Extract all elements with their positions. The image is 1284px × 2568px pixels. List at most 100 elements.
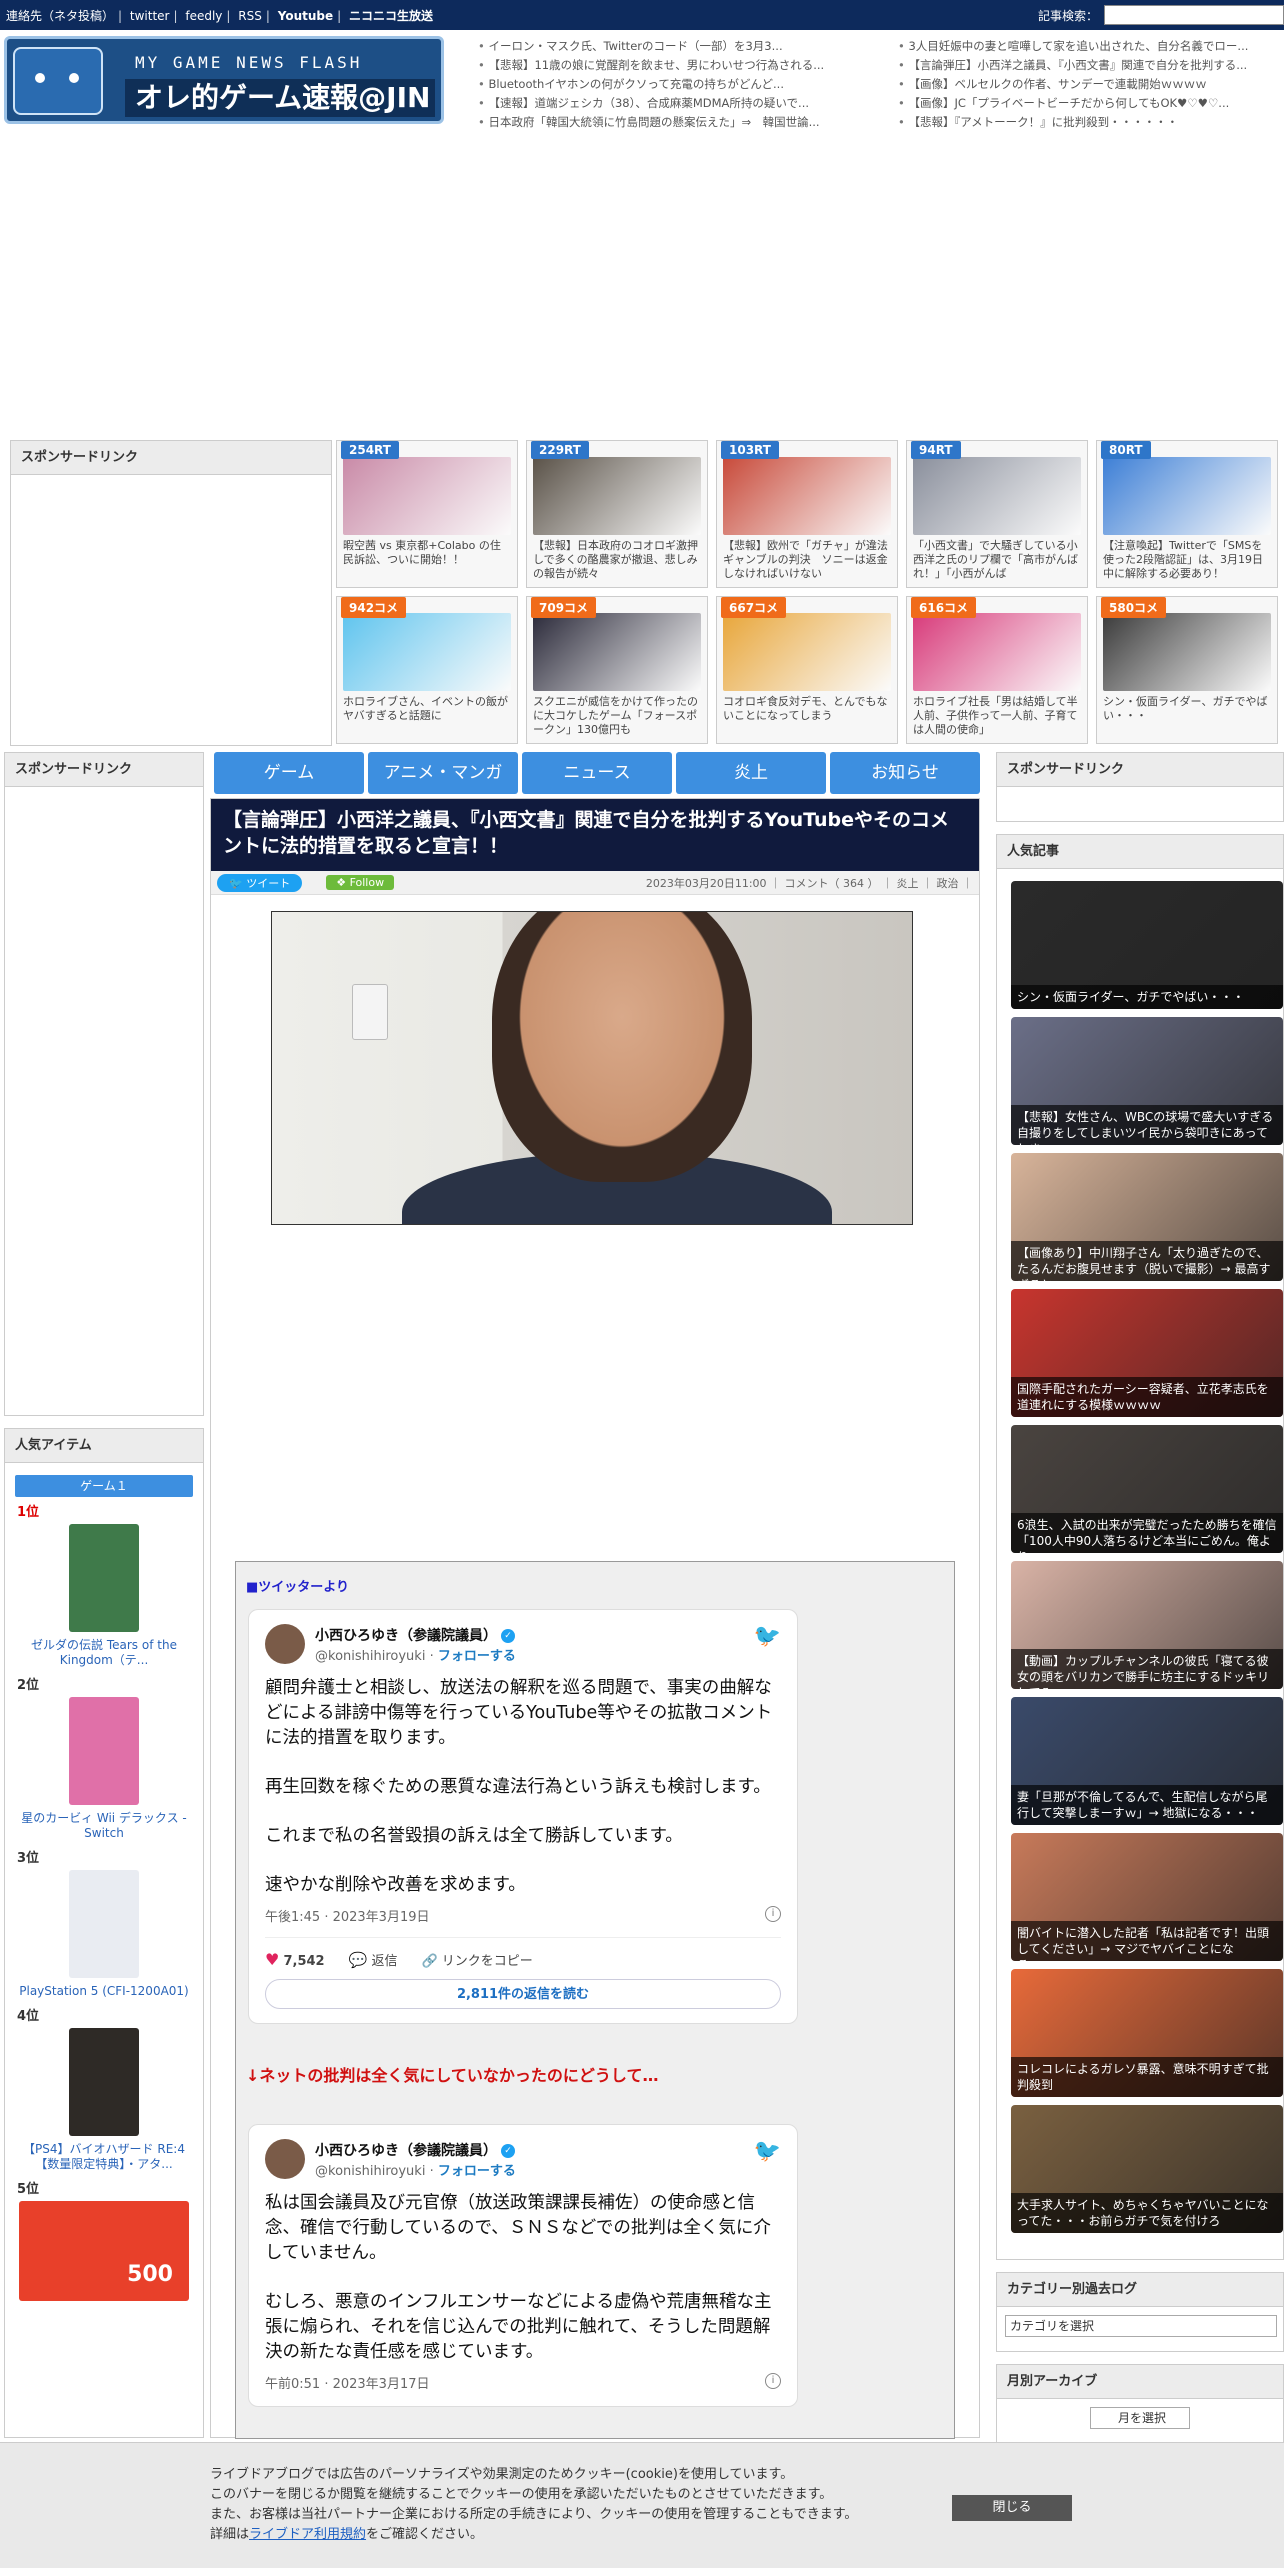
rank-thumbnail[interactable] bbox=[343, 613, 511, 691]
popular-article[interactable]: シン・仮面ライダー、ガチでやばい・・・ bbox=[1011, 881, 1283, 1009]
item-link[interactable]: 【PS4】バイオハザード RE:4 【数量限定特典】・アタ... bbox=[17, 2028, 191, 2172]
tweet-author-name[interactable]: 小西ひろゆき（参議院議員） ✓ bbox=[315, 2140, 516, 2160]
category-select[interactable]: カテゴリを選択 bbox=[1005, 2315, 1277, 2337]
popular-article[interactable]: 闇バイトに潜入した記者「私は記者です！出頭してください」→ マジでヤバイことにな… bbox=[1011, 1833, 1283, 1961]
headline-link[interactable]: 【言論弾圧】小西洋之議員、『小西文書』関連で自分を批判する... bbox=[898, 57, 1284, 73]
nav-game[interactable]: ゲーム bbox=[214, 752, 364, 794]
headline-link[interactable]: 【悲報】『アメトーーク！』に批判殺到・・・・・・ bbox=[898, 114, 1284, 130]
popular-article[interactable]: 妻「旦那が不倫してるんで、生配信しながら尾行して突撃しまーすｗ」→ 地獄になる・… bbox=[1011, 1697, 1283, 1825]
rank-card[interactable]: 616コメ ホロライブ社長「男は結婚して半人前、子供作って一人前、子育ては人間の使… bbox=[906, 596, 1088, 744]
rank-title[interactable]: 暇空茜 vs 東京都+Colabo の住民訴訟、ついに開始！！ bbox=[343, 539, 511, 581]
popular-article[interactable]: 【画像あり】中川翔子さん「太り過ぎたので、たるんだお腹見せます（脱いで撮影）→ … bbox=[1011, 1153, 1283, 1281]
popular-article-title[interactable]: 大手求人サイト、めちゃくちゃヤバいことになってた・・・お前らガチで気を付けろ bbox=[1011, 2193, 1283, 2233]
month-select[interactable]: 月を選択 bbox=[1090, 2407, 1190, 2429]
link-rss[interactable]: RSS bbox=[238, 9, 262, 23]
rank-title[interactable]: 【悲報】欧州で「ガチャ」が違法ギャンブルの判決 ソニーは返金しなければいけない bbox=[723, 539, 891, 581]
nav-anime-manga[interactable]: アニメ・マンガ bbox=[368, 752, 518, 794]
popular-article[interactable]: 【動画】カップルチャンネルの彼氏「寝てる彼女の頭をバリカンで勝手に坊主にするドッ… bbox=[1011, 1561, 1283, 1689]
item-link[interactable]: PlayStation 5 (CFI-1200A01) bbox=[17, 1870, 191, 1999]
item-name[interactable]: ゼルダの伝説 Tears of the Kingdom（テ... bbox=[17, 1638, 191, 1668]
link-twitter[interactable]: twitter bbox=[130, 9, 170, 23]
link-niconico[interactable]: ニコニコ生放送 bbox=[349, 9, 433, 23]
popular-article[interactable]: 6浪生、入試の出来が完璧だったため勝ちを確信「100人中90人落ちるけど本当にご… bbox=[1011, 1425, 1283, 1553]
info-icon[interactable]: i bbox=[765, 2373, 781, 2389]
rank-thumbnail[interactable] bbox=[723, 613, 891, 691]
popular-article-title[interactable]: 【画像あり】中川翔子さん「太り過ぎたので、たるんだお腹見せます（脱いで撮影）→ … bbox=[1011, 1241, 1283, 1281]
popular-article-title[interactable]: 闇バイトに潜入した記者「私は記者です！出頭してください」→ マジでヤバイことにな… bbox=[1011, 1921, 1283, 1961]
popular-article[interactable]: 国際手配されたガーシー容疑者、立花孝志氏を道連れにする模様ｗｗｗｗ bbox=[1011, 1289, 1283, 1417]
tweet-author-name[interactable]: 小西ひろゆき（参議院議員） ✓ bbox=[315, 1625, 516, 1645]
item-name[interactable]: PlayStation 5 (CFI-1200A01) bbox=[17, 1984, 191, 1999]
headline-link[interactable]: 3人目妊娠中の妻と喧嘩して家を追い出された、自分名義でロー... bbox=[898, 38, 1284, 54]
headline-link[interactable]: イーロン・マスク氏、Twitterのコード（一部）を3月3... bbox=[478, 38, 898, 54]
rank-card[interactable]: 94RT 「小西文書」で大騒ぎしている小西洋之氏のリプ欄で「高市がんばれ！」「小西… bbox=[906, 440, 1088, 588]
tweet-card[interactable]: 🐦 小西ひろゆき（参議院議員） ✓ @konishihiroyuki · フォロー… bbox=[248, 1609, 798, 2024]
popular-article[interactable]: 【悲報】女性さん、WBCの球場で盛大いすぎる自撮りをしてしまいツイ民から袋叩きに… bbox=[1011, 1017, 1283, 1145]
headline-link[interactable]: 【画像】JC「プライベートビーチだから何してもOK♥♡♥♡... bbox=[898, 95, 1284, 111]
rank-card[interactable]: 229RT 【悲報】日本政府のコオロギ激押しで多くの酪農家が撤退、悲しみの報告が続… bbox=[526, 440, 708, 588]
reply-button[interactable]: 💬 返信 bbox=[349, 1950, 398, 1969]
rank-title[interactable]: 【悲報】日本政府のコオロギ激押しで多くの酪農家が撤退、悲しみの報告が続々 bbox=[533, 539, 701, 581]
follow-button[interactable]: ❖ Follow bbox=[326, 875, 395, 890]
popular-article-title[interactable]: シン・仮面ライダー、ガチでやばい・・・ bbox=[1011, 985, 1283, 1009]
item-name[interactable]: 500 bbox=[17, 2264, 191, 2286]
nav-flame[interactable]: 炎上 bbox=[676, 752, 826, 794]
rank-thumbnail[interactable] bbox=[533, 457, 701, 535]
rank-card[interactable]: 942コメ ホロライブさん、イベントの飯がヤバすぎると話題に bbox=[336, 596, 518, 744]
popular-article-title[interactable]: 妻「旦那が不倫してるんで、生配信しながら尾行して突撃しまーすｗ」→ 地獄になる・… bbox=[1011, 1785, 1283, 1825]
rank-card[interactable]: 580コメ シン・仮面ライダー、ガチでやばい・・・ bbox=[1096, 596, 1278, 744]
twitter-bird-icon[interactable]: 🐦 bbox=[754, 2139, 781, 2164]
tweet-date[interactable]: 午後1:45 · 2023年3月19日 bbox=[265, 1906, 430, 1925]
rank-thumbnail[interactable] bbox=[1103, 613, 1271, 691]
item-image[interactable] bbox=[69, 1870, 139, 1978]
site-logo[interactable]: MY GAME NEWS FLASH オレ的ゲーム速報@JIN bbox=[4, 36, 444, 124]
item-link[interactable]: 星のカービィ Wii デラックス -Switch bbox=[17, 1697, 191, 1841]
twitter-bird-icon[interactable]: 🐦 bbox=[754, 1624, 781, 1649]
rank-card[interactable]: 103RT 【悲報】欧州で「ガチャ」が違法ギャンブルの判決 ソニーは返金しなければ… bbox=[716, 440, 898, 588]
headline-link[interactable]: 日本政府「韓国大統領に竹島問題の懸案伝えた」⇒ 韓国世論... bbox=[478, 114, 898, 130]
item-link[interactable]: ゼルダの伝説 Tears of the Kingdom（テ... bbox=[17, 1524, 191, 1668]
popular-article-title[interactable]: 【動画】カップルチャンネルの彼氏「寝てる彼女の頭をバリカンで勝手に坊主にするドッ… bbox=[1011, 1649, 1283, 1689]
copy-link-button[interactable]: 🔗 リンクをコピー bbox=[421, 1950, 532, 1969]
rank-card[interactable]: 80RT 【注意喚起】Twitterで「SMSを使った2段階認証」は、3月19日中… bbox=[1096, 440, 1278, 588]
popular-article-title[interactable]: 【悲報】女性さん、WBCの球場で盛大いすぎる自撮りをしてしまいツイ民から袋叩きに… bbox=[1011, 1105, 1283, 1145]
info-icon[interactable]: i bbox=[765, 1906, 781, 1922]
read-replies-button[interactable]: 2,811件の返信を読む bbox=[265, 1979, 781, 2009]
rank-card[interactable]: 667コメ コオロギ食反対デモ、とんでもないことになってしまう bbox=[716, 596, 898, 744]
rank-thumbnail[interactable] bbox=[723, 457, 891, 535]
tweet-date[interactable]: 午前0:51 · 2023年3月17日 bbox=[265, 2373, 430, 2392]
item-name[interactable]: 【PS4】バイオハザード RE:4 【数量限定特典】・アタ... bbox=[17, 2142, 191, 2172]
rank-title[interactable]: 【注意喚起】Twitterで「SMSを使った2段階認証」は、3月19日中に解除す… bbox=[1103, 539, 1271, 581]
rank-title[interactable]: 「小西文書」で大騒ぎしている小西洋之氏のリプ欄で「高市がんばれ！」「小西がんば bbox=[913, 539, 1081, 581]
rank-thumbnail[interactable] bbox=[533, 613, 701, 691]
rank-title[interactable]: コオロギ食反対デモ、とんでもないことになってしまう bbox=[723, 695, 891, 737]
terms-link[interactable]: ライブドア利用規約 bbox=[249, 2527, 366, 2542]
item-category-tab[interactable]: ゲーム１ bbox=[15, 1475, 193, 1497]
popular-article[interactable]: コレコレによるガレソ暴露、意味不明すぎて批判殺到 bbox=[1011, 1969, 1283, 2097]
link-feedly[interactable]: feedly bbox=[185, 9, 222, 23]
tweet-button[interactable]: 🐦 ツイート bbox=[217, 873, 303, 892]
item-image[interactable] bbox=[69, 2028, 139, 2136]
follow-link[interactable]: フォローする bbox=[438, 2164, 516, 2179]
rank-card[interactable]: 254RT 暇空茜 vs 東京都+Colabo の住民訴訟、ついに開始！！ bbox=[336, 440, 518, 588]
rank-title[interactable]: ホロライブさん、イベントの飯がヤバすぎると話題に bbox=[343, 695, 511, 737]
headline-link[interactable]: Bluetoothイヤホンの何がクソって充電の持ちがどんど... bbox=[478, 76, 898, 92]
nav-news[interactable]: ニュース bbox=[522, 752, 672, 794]
item-image[interactable] bbox=[69, 1697, 139, 1805]
headline-link[interactable]: 【画像】ベルセルクの作者、サンデーで連載開始ｗｗｗｗ bbox=[898, 76, 1284, 92]
rank-title[interactable]: ホロライブ社長「男は結婚して半人前、子供作って一人前、子育ては人間の使命」 bbox=[913, 695, 1081, 737]
popular-article-title[interactable]: 国際手配されたガーシー容疑者、立花孝志氏を道連れにする模様ｗｗｗｗ bbox=[1011, 1377, 1283, 1417]
nav-notice[interactable]: お知らせ bbox=[830, 752, 980, 794]
rank-thumbnail[interactable] bbox=[1103, 457, 1271, 535]
item-link[interactable]: 500 bbox=[17, 2201, 191, 2301]
link-youtube[interactable]: Youtube bbox=[278, 9, 333, 23]
rank-thumbnail[interactable] bbox=[913, 613, 1081, 691]
headline-link[interactable]: 【速報】道端ジェシカ（38）、合成麻薬MDMA所持の疑いで... bbox=[478, 95, 898, 111]
popular-article-title[interactable]: コレコレによるガレソ暴露、意味不明すぎて批判殺到 bbox=[1011, 2057, 1283, 2097]
avatar[interactable] bbox=[265, 1624, 305, 1664]
rank-title[interactable]: シン・仮面ライダー、ガチでやばい・・・ bbox=[1103, 695, 1271, 737]
popular-article-title[interactable]: 6浪生、入試の出来が完璧だったため勝ちを確信「100人中90人落ちるけど本当にご… bbox=[1011, 1513, 1283, 1553]
item-image[interactable] bbox=[69, 1524, 139, 1632]
rank-card[interactable]: 709コメ スクエニが威信をかけて作ったのに大コケしたゲーム「フォースポークン」1… bbox=[526, 596, 708, 744]
link-contact[interactable]: 連絡先（ネタ投稿） bbox=[6, 9, 114, 23]
